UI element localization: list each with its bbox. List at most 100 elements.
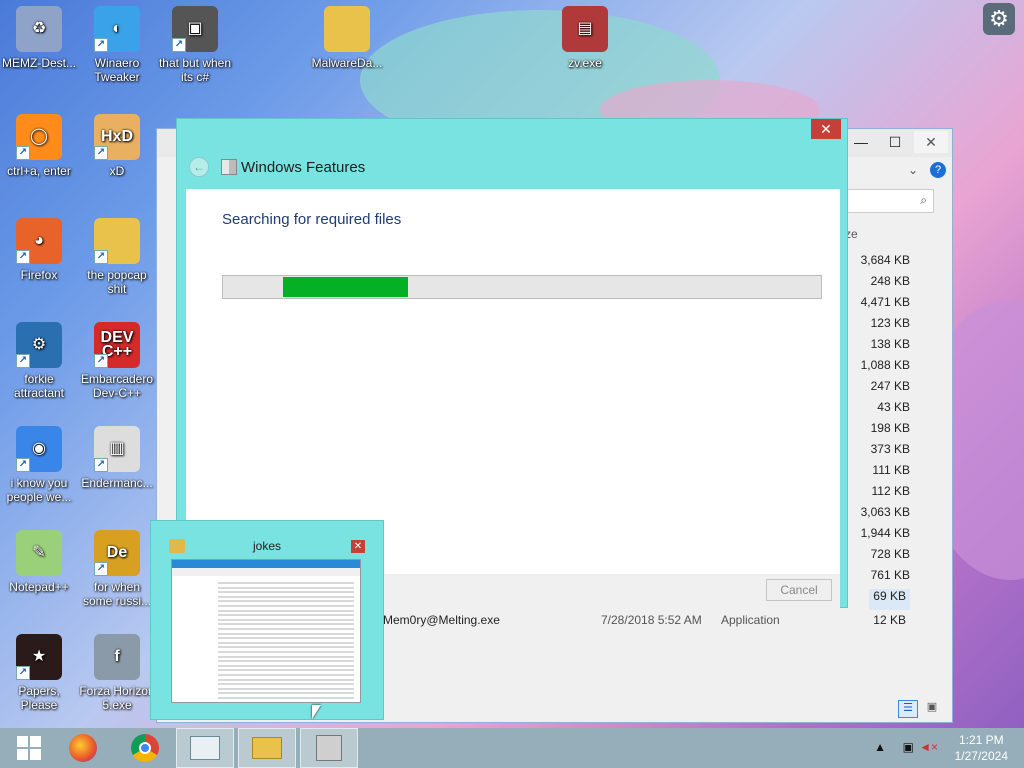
start-button[interactable] bbox=[0, 728, 58, 768]
dialog-content: Searching for required files bbox=[186, 189, 840, 574]
desktop-icon-label: Papers, Please bbox=[18, 684, 60, 712]
desktop-icon-label: MEMZ-Dest... bbox=[2, 56, 76, 70]
shortcut-arrow-icon: ↗ bbox=[16, 250, 30, 264]
search-input[interactable]: ⌕ bbox=[834, 189, 934, 213]
clock[interactable]: 1:21 PM 1/27/2024 bbox=[955, 732, 1008, 764]
volume-muted-icon[interactable]: ◄× bbox=[919, 740, 938, 754]
preview-row bbox=[218, 618, 354, 621]
papers-please-icon: ★ ↗ bbox=[16, 634, 62, 680]
desktop-icon[interactable]: ▤ zv.exe bbox=[546, 2, 624, 70]
help-icon[interactable]: ? bbox=[930, 162, 946, 178]
desktop-icon[interactable]: ▣ ↗ that but when its c# bbox=[156, 2, 234, 84]
preview-row bbox=[218, 674, 354, 676]
desktop-icon[interactable]: ↗ the popcap shit bbox=[78, 214, 156, 296]
magnifier-icon: ◯ ↗ bbox=[16, 114, 62, 160]
preview-row bbox=[218, 669, 354, 672]
preview-row bbox=[218, 591, 354, 594]
close-button[interactable]: ✕ bbox=[811, 119, 841, 139]
taskbar: ▲ ▣ ◄× 1:21 PM 1/27/2024 bbox=[0, 728, 1024, 768]
expand-ribbon-icon[interactable]: ⌄ bbox=[908, 163, 918, 177]
popcap-folder-icon: ↗ bbox=[94, 218, 140, 264]
taskbar-task-manager[interactable] bbox=[176, 728, 234, 768]
window-preview[interactable] bbox=[171, 559, 361, 703]
thumbnail-view-icon[interactable]: ▣ bbox=[922, 700, 942, 718]
network-icon[interactable]: ▣ bbox=[903, 740, 914, 754]
desktop-icon[interactable]: f Forza Horizon 5.exe bbox=[78, 630, 156, 712]
taskbar-chrome[interactable] bbox=[116, 728, 174, 768]
file-size-cell: 112 KB bbox=[871, 484, 910, 498]
desktop-icon[interactable]: ◯ ↗ ctrl+a, enter bbox=[0, 110, 78, 178]
desktop-icon[interactable]: ▥ ↗ Endermanc... bbox=[78, 422, 156, 490]
minimize-button[interactable]: — bbox=[844, 131, 878, 153]
details-view-icon[interactable]: ☰ bbox=[898, 700, 918, 718]
desktop-icon-label: Embarcadero Dev-C++ bbox=[80, 372, 154, 400]
desktop-icon[interactable]: HxD ↗ xD bbox=[78, 110, 156, 178]
preview-row bbox=[218, 605, 354, 607]
status-heading: Searching for required files bbox=[222, 211, 402, 228]
desktop-icon[interactable]: ✎ Notepad++ bbox=[0, 526, 78, 594]
desktop-icon-label: MalwareDa... bbox=[311, 56, 383, 70]
file-size-cell: 247 KB bbox=[870, 379, 910, 393]
desktop-icon[interactable]: ♻ MEMZ-Dest... bbox=[0, 2, 78, 70]
desktop-icon-label: ctrl+a, enter bbox=[7, 164, 71, 178]
close-button[interactable]: ✕ bbox=[914, 131, 948, 153]
preview-row bbox=[218, 651, 354, 653]
desktop-icon[interactable]: ◐ ↗ Winaero Tweaker bbox=[78, 2, 156, 84]
recycle-bin-icon: ♻ bbox=[16, 6, 62, 52]
desktop-icon-label: Notepad++ bbox=[9, 580, 69, 594]
desktop-icon[interactable]: ★ ↗ Papers, Please bbox=[0, 630, 78, 712]
maximize-button[interactable]: ☐ bbox=[878, 131, 912, 153]
preview-row bbox=[218, 655, 354, 658]
mouse-cursor-icon bbox=[312, 705, 321, 719]
shortcut-arrow-icon: ↗ bbox=[94, 562, 108, 576]
desktop-icon[interactable]: MalwareDa... bbox=[308, 2, 386, 70]
desktop-icon[interactable]: ◉ ↗ i know you people we... bbox=[0, 422, 78, 504]
shortcut-arrow-icon: ↗ bbox=[94, 458, 108, 472]
settings-gear-icon[interactable]: ⚙ bbox=[983, 3, 1015, 35]
preview-row bbox=[218, 697, 354, 699]
taskbar-firefox[interactable] bbox=[54, 728, 112, 768]
shortcut-arrow-icon: ↗ bbox=[172, 38, 186, 52]
file-size: 12 KB bbox=[873, 613, 906, 627]
desktop-icon-label: xD bbox=[109, 164, 125, 178]
preview-row bbox=[218, 646, 354, 649]
taskbar-file-explorer[interactable] bbox=[238, 728, 296, 768]
preview-row bbox=[218, 609, 354, 612]
preview-row bbox=[218, 687, 354, 690]
start-icon bbox=[17, 736, 41, 760]
desktop-icon[interactable]: De ↗ for when some russi... bbox=[78, 526, 156, 608]
back-arrow-icon[interactable]: ← bbox=[189, 157, 209, 177]
file-size-cell: 761 KB bbox=[870, 568, 910, 582]
desktop-icon-label: Firefox bbox=[20, 268, 58, 282]
preview-row bbox=[218, 632, 354, 635]
file-size-cell: 123 KB bbox=[870, 316, 910, 330]
preview-row bbox=[218, 614, 354, 617]
taskbar-installer[interactable] bbox=[300, 728, 358, 768]
devcpp-icon: DEV C++ ↗ bbox=[94, 322, 140, 368]
show-hidden-icons-icon[interactable]: ▲ bbox=[874, 740, 886, 754]
monitor-gear-icon: ⚙ ↗ bbox=[16, 322, 62, 368]
close-icon[interactable]: ✕ bbox=[351, 540, 365, 553]
file-name[interactable]: Mem0ry@Melting.exe bbox=[383, 613, 500, 627]
clock-date: 1/27/2024 bbox=[954, 749, 1008, 763]
desktop-icon[interactable]: ◕ ↗ Firefox bbox=[0, 214, 78, 282]
shortcut-arrow-icon: ↗ bbox=[16, 666, 30, 680]
file-size-cell: 248 KB bbox=[870, 274, 910, 288]
desktop-icon-label: for when some russi... bbox=[82, 580, 151, 608]
window-app-icon: ▥ ↗ bbox=[94, 426, 140, 472]
clock-time: 1:21 PM bbox=[958, 733, 1004, 747]
preview-row bbox=[218, 582, 354, 584]
taskbar-thumbnail-preview[interactable]: jokes ✕ bbox=[150, 520, 384, 720]
shortcut-arrow-icon: ↗ bbox=[16, 354, 30, 368]
cancel-button[interactable]: Cancel bbox=[766, 579, 832, 601]
chrome-icon: ◉ ↗ bbox=[16, 426, 62, 472]
winaero-icon: ◐ ↗ bbox=[94, 6, 140, 52]
desktop-icon[interactable]: DEV C++ ↗ Embarcadero Dev-C++ bbox=[78, 318, 156, 400]
file-size-cell: 728 KB bbox=[870, 547, 910, 561]
file-size-cell: 3,684 KB bbox=[860, 253, 910, 267]
desktop-icon[interactable]: ⚙ ↗ forkie attractant bbox=[0, 318, 78, 400]
preview-ribbon bbox=[172, 560, 360, 568]
file-type: Application bbox=[721, 613, 780, 627]
preview-row bbox=[218, 641, 354, 644]
progress-bar bbox=[222, 275, 822, 299]
